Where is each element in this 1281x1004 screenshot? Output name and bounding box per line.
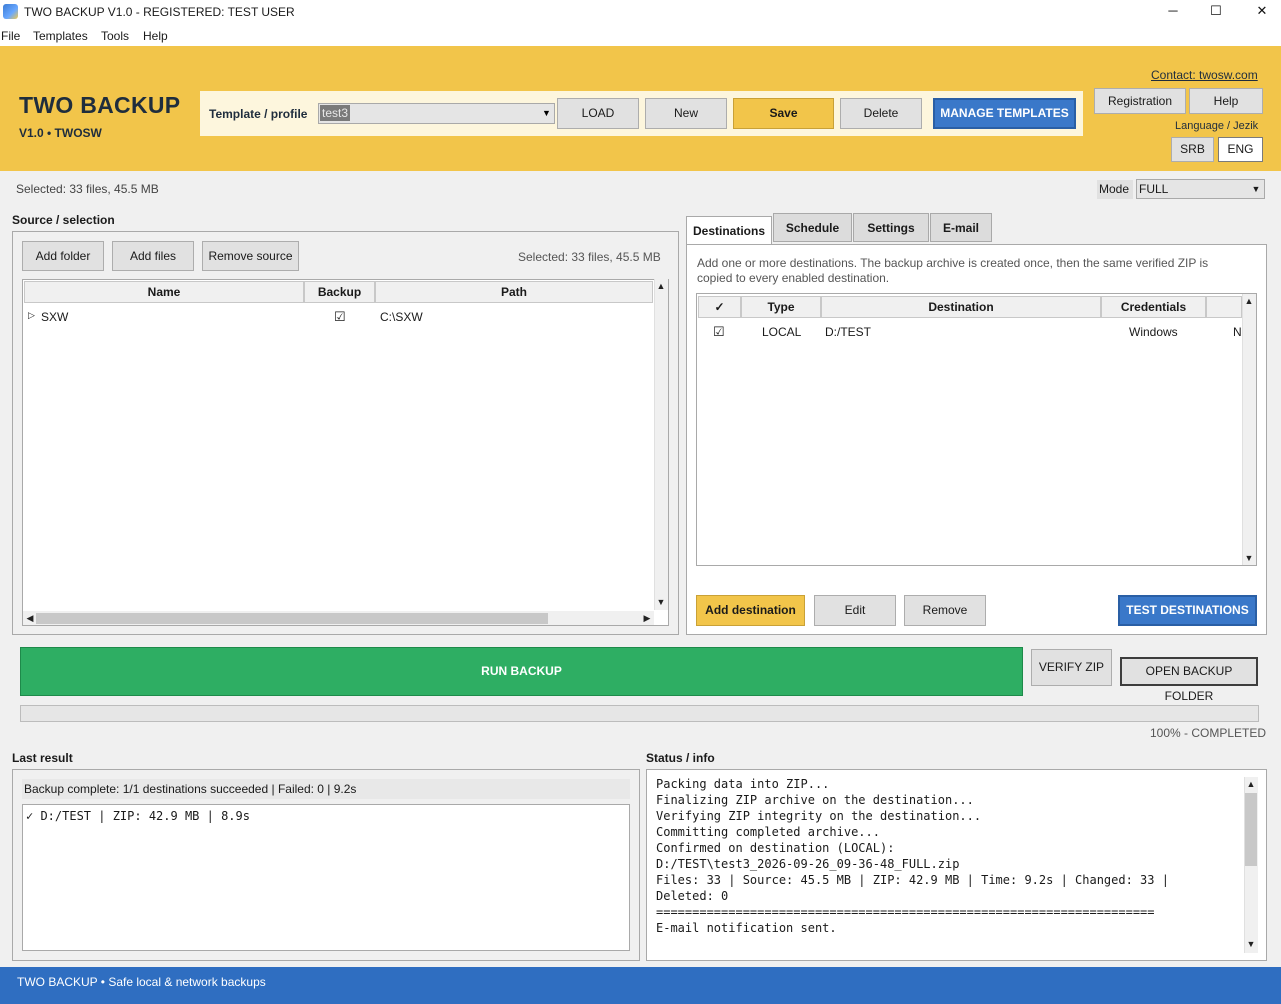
delete-button[interactable]: Delete <box>840 98 922 129</box>
lang-srb-button[interactable]: SRB <box>1171 137 1214 162</box>
window-title: TWO BACKUP V1.0 - REGISTERED: TEST USER <box>24 5 295 19</box>
progress-fill <box>23 708 1256 719</box>
status-log-line: Finalizing ZIP archive on the destinatio… <box>656 793 974 807</box>
minimize-button[interactable]: ─ <box>1150 0 1196 24</box>
add-files-button[interactable]: Add files <box>112 241 194 271</box>
template-select[interactable] <box>318 103 555 124</box>
status-log-line: Verifying ZIP integrity on the destinati… <box>656 809 982 823</box>
expand-icon[interactable]: ▷ <box>28 310 35 321</box>
column-header-enabled[interactable]: ✓ <box>698 296 741 318</box>
open-backup-folder-button[interactable]: OPEN BACKUP FOLDER <box>1120 657 1258 703</box>
column-header-credentials[interactable]: Credentials <box>1101 296 1206 318</box>
last-result-list[interactable] <box>22 804 630 951</box>
test-destinations-button[interactable]: TEST DESTINATIONS <box>1118 595 1257 626</box>
tab-schedule[interactable]: Schedule <box>773 213 852 242</box>
destination-row-extra[interactable]: N <box>1233 325 1241 339</box>
scroll-up-icon[interactable]: ▲ <box>1242 296 1256 306</box>
scroll-down-icon[interactable]: ▼ <box>1242 553 1256 563</box>
selected-summary: Selected: 33 files, 45.5 MB <box>16 182 159 196</box>
source-row-name[interactable]: SXW <box>41 310 68 324</box>
mode-select[interactable]: FULL <box>1136 179 1265 199</box>
status-log-line: Files: 33 | Source: 45.5 MB | ZIP: 42.9 … <box>656 873 1169 887</box>
load-button[interactable]: LOAD <box>557 98 639 129</box>
column-header-destination[interactable]: Destination <box>821 296 1101 318</box>
scroll-down-icon[interactable]: ▼ <box>654 597 668 607</box>
scroll-thumb[interactable] <box>1245 793 1257 866</box>
mode-select-value: FULL <box>1139 182 1169 196</box>
scroll-thumb[interactable] <box>36 613 548 624</box>
destinations-vertical-scrollbar[interactable] <box>1242 294 1256 565</box>
destination-row-type[interactable]: LOCAL <box>762 325 801 339</box>
save-button[interactable]: Save <box>733 98 834 129</box>
last-result-line[interactable]: ✓ D:/TEST | ZIP: 42.9 MB | 8.9s <box>26 809 250 823</box>
status-log-line: D:/TEST\test3_2026-09-26_09-36-48_FULL.z… <box>656 857 960 871</box>
language-label: Language / Jezik <box>1175 120 1259 132</box>
lang-eng-button[interactable]: ENG <box>1218 137 1263 162</box>
tab-destinations[interactable]: Destinations <box>686 216 772 246</box>
source-row-path[interactable]: C:\SXW <box>380 310 423 324</box>
menu-bar <box>0 24 1281 46</box>
add-folder-button[interactable]: Add folder <box>22 241 104 271</box>
menu-templates[interactable]: Templates <box>33 29 88 43</box>
template-select-value: test3 <box>320 105 351 121</box>
source-vertical-scrollbar[interactable] <box>654 279 668 610</box>
scroll-up-icon[interactable]: ▲ <box>654 281 668 291</box>
brand-subtitle: V1.0 • TWOSW <box>19 126 102 140</box>
source-row-backup-checkbox[interactable]: ☑ <box>334 309 346 325</box>
verify-zip-button[interactable]: VERIFY ZIP <box>1031 649 1112 686</box>
destination-row-checkbox[interactable]: ☑ <box>713 324 725 340</box>
contact-link[interactable]: Contact: twosw.com <box>1151 68 1258 82</box>
remove-destination-button[interactable]: Remove <box>904 595 986 626</box>
last-result-summary: Backup complete: 1/1 destinations succee… <box>22 779 630 799</box>
last-result-title: Last result <box>12 751 73 765</box>
column-header-backup[interactable]: Backup <box>304 281 375 303</box>
status-log-line: Confirmed on destination (LOCAL): <box>656 841 895 855</box>
column-header-path[interactable]: Path <box>375 281 653 303</box>
remove-source-button[interactable]: Remove source <box>202 241 299 271</box>
source-section-title: Source / selection <box>12 213 115 227</box>
registration-button[interactable]: Registration <box>1094 88 1186 114</box>
status-log-line: E-mail notification sent. <box>656 921 837 935</box>
menu-tools[interactable]: Tools <box>101 29 129 43</box>
mode-label: Mode <box>1097 180 1133 199</box>
menu-file[interactable]: File <box>1 29 20 43</box>
status-log-text: Packing data into ZIP... Finalizing ZIP a… <box>656 776 1169 936</box>
footer-text: TWO BACKUP • Safe local & network backup… <box>17 975 266 989</box>
column-header-more[interactable] <box>1206 296 1242 318</box>
scroll-up-icon[interactable]: ▲ <box>1244 779 1258 789</box>
status-log-line: Deleted: 0 <box>656 889 729 903</box>
maximize-button[interactable]: ☐ <box>1193 0 1239 24</box>
status-title: Status / info <box>646 751 715 765</box>
brand-title: TWO BACKUP <box>19 92 181 118</box>
destination-row-path[interactable]: D:/TEST <box>825 325 871 339</box>
template-label: Template / profile <box>209 107 308 121</box>
column-header-type[interactable]: Type <box>741 296 821 318</box>
scroll-left-icon[interactable]: ◀ <box>23 613 37 624</box>
chevron-down-icon[interactable]: ▼ <box>1249 181 1263 197</box>
source-grid[interactable] <box>22 279 669 626</box>
run-backup-button[interactable]: RUN BACKUP <box>20 647 1023 696</box>
column-header-name[interactable]: Name <box>24 281 304 303</box>
close-button[interactable]: ✕ <box>1239 0 1281 24</box>
help-button[interactable]: Help <box>1189 88 1263 114</box>
chevron-down-icon[interactable]: ▼ <box>539 104 554 123</box>
scroll-right-icon[interactable]: ▶ <box>640 613 654 624</box>
tab-settings[interactable]: Settings <box>853 213 929 242</box>
status-log-line: Committing completed archive... <box>656 825 880 839</box>
edit-destination-button[interactable]: Edit <box>814 595 896 626</box>
menu-help[interactable]: Help <box>143 29 168 43</box>
status-log-line: Packing data into ZIP... <box>656 777 830 791</box>
status-log-line: ========================================… <box>656 905 1155 919</box>
add-destination-button[interactable]: Add destination <box>696 595 805 626</box>
new-button[interactable]: New <box>645 98 727 129</box>
progress-label: 100% - COMPLETED <box>1150 726 1267 740</box>
manage-templates-button[interactable]: MANAGE TEMPLATES <box>933 98 1076 129</box>
destinations-description: Add one or more destinations. The backup… <box>697 256 1209 285</box>
tab-email[interactable]: E-mail <box>930 213 992 242</box>
app-icon <box>3 4 18 19</box>
source-selected-summary: Selected: 33 files, 45.5 MB <box>518 250 661 264</box>
scroll-down-icon[interactable]: ▼ <box>1244 939 1258 949</box>
progress-bar <box>20 705 1259 722</box>
destination-row-credentials[interactable]: Windows <box>1129 325 1178 339</box>
